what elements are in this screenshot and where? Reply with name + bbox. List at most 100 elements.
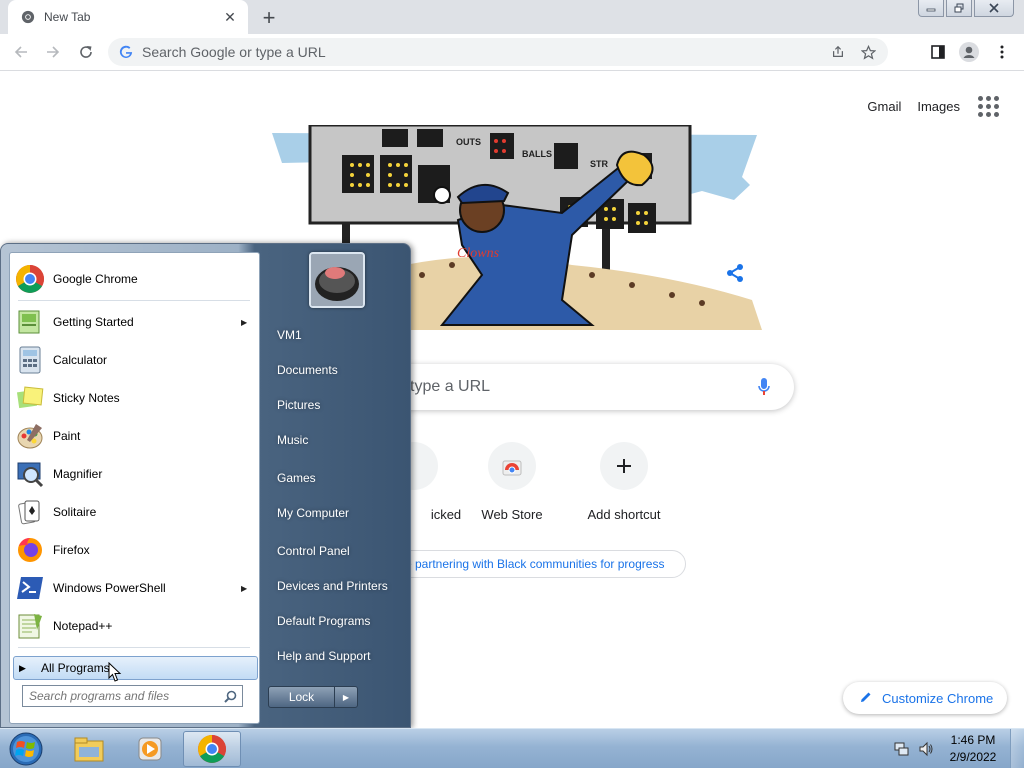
profile-avatar-icon[interactable] <box>957 40 981 64</box>
start-item-label: Google Chrome <box>53 272 138 286</box>
gmail-link[interactable]: Gmail <box>867 99 901 114</box>
close-tab-icon[interactable]: ✕ <box>222 9 238 25</box>
start-item-windows-powershell[interactable]: Windows PowerShell ▶ <box>12 569 257 607</box>
back-arrow-icon[interactable] <box>9 40 33 64</box>
magnifier-icon <box>13 457 47 491</box>
start-item-label: Getting Started <box>53 315 134 329</box>
tab-title: New Tab <box>44 10 91 24</box>
start-item-getting-started[interactable]: Getting Started ▶ <box>12 303 257 341</box>
calculator-icon <box>13 343 47 377</box>
clock-date: 2/9/2022 <box>949 750 997 764</box>
start-right-my-computer[interactable]: My Computer <box>269 498 405 528</box>
doodle-board-label-strikes: STR <box>590 159 609 169</box>
add-shortcut-plus-icon <box>600 442 648 490</box>
shutdown-options-arrow-icon[interactable]: ▶ <box>335 687 357 707</box>
start-menu-programs-pane: Google Chrome Getting Started ▶ Calculat… <box>9 252 260 724</box>
restore-button[interactable] <box>946 0 972 17</box>
start-search-input[interactable] <box>29 689 222 703</box>
sticky-notes-icon <box>13 381 47 415</box>
chrome-icon <box>13 262 47 296</box>
start-button[interactable] <box>6 730 46 768</box>
start-right-devices-and-printers[interactable]: Devices and Printers <box>269 571 405 601</box>
start-right-help-and-support[interactable]: Help and Support <box>269 641 405 671</box>
volume-icon[interactable] <box>917 740 935 758</box>
start-item-google-chrome[interactable]: Google Chrome <box>12 260 257 298</box>
doodle-share-icon[interactable] <box>722 260 748 286</box>
voice-search-mic-icon[interactable] <box>752 375 776 399</box>
doodle-board-label-outs: OUTS <box>456 137 481 147</box>
minimize-button[interactable] <box>918 0 944 17</box>
start-right-music[interactable]: Music <box>269 425 405 455</box>
start-item-solitaire[interactable]: Solitaire <box>12 493 257 531</box>
promo-text: re partnering with Black communities for… <box>401 557 665 571</box>
tab-strip: New Tab ✕ + <box>0 0 1024 34</box>
start-item-sticky-notes[interactable]: Sticky Notes <box>12 379 257 417</box>
start-item-label: Solitaire <box>53 505 97 519</box>
explorer-icon <box>74 737 104 762</box>
start-item-paint[interactable]: Paint <box>12 417 257 455</box>
shortcut-add[interactable]: Add shortcut <box>568 442 680 522</box>
shortcut-web-store[interactable]: Web Store <box>456 442 568 522</box>
start-right-vm1[interactable]: VM1 <box>269 320 405 350</box>
media-player-icon <box>138 737 162 761</box>
all-programs-button[interactable]: ▶ All Programs <box>13 656 258 680</box>
start-item-firefox[interactable]: Firefox <box>12 531 257 569</box>
close-window-button[interactable] <box>974 0 1014 17</box>
pencil-icon <box>859 690 873 707</box>
web-store-icon <box>488 442 536 490</box>
start-right-pictures[interactable]: Pictures <box>269 390 405 420</box>
start-item-magnifier[interactable]: Magnifier <box>12 455 257 493</box>
chrome-icon <box>20 9 36 25</box>
address-bar-placeholder: Search Google or type a URL <box>142 44 326 60</box>
start-item-notepad-plus-plus[interactable]: Notepad++ <box>12 607 257 645</box>
firefox-icon <box>13 533 47 567</box>
taskbar-explorer[interactable] <box>60 731 118 767</box>
customize-chrome-label: Customize Chrome <box>882 690 994 706</box>
all-programs-arrow-icon: ▶ <box>19 662 26 673</box>
taskbar-chrome[interactable] <box>183 731 241 767</box>
address-bar[interactable]: Search Google or type a URL <box>108 38 888 66</box>
start-right-games[interactable]: Games <box>269 463 405 493</box>
forward-arrow-icon[interactable] <box>41 40 65 64</box>
clock-time: 1:46 PM <box>950 733 996 747</box>
start-item-label: Firefox <box>53 543 90 557</box>
user-picture[interactable] <box>309 252 365 308</box>
show-desktop-button[interactable] <box>1010 729 1024 768</box>
start-item-calculator[interactable]: Calculator <box>12 341 257 379</box>
start-right-control-panel[interactable]: Control Panel <box>269 536 405 566</box>
lock-button[interactable]: Lock <box>269 687 335 707</box>
windows-orb-icon <box>9 732 43 766</box>
chrome-menu-icon[interactable] <box>990 40 1014 64</box>
customize-chrome-button[interactable]: Customize Chrome <box>843 682 1007 714</box>
start-item-label: Sticky Notes <box>53 391 120 405</box>
paint-icon <box>13 419 47 453</box>
getting-started-icon <box>13 305 47 339</box>
new-tab-plus-icon[interactable]: + <box>258 7 280 29</box>
start-right-documents[interactable]: Documents <box>269 355 405 385</box>
tab-new-tab[interactable]: New Tab ✕ <box>8 0 248 34</box>
browser-toolbar: Search Google or type a URL <box>0 34 1024 71</box>
images-link[interactable]: Images <box>917 99 960 114</box>
start-menu-separator <box>18 300 250 301</box>
reload-icon[interactable] <box>74 40 98 64</box>
taskbar-media-player[interactable] <box>121 731 179 767</box>
google-apps-icon[interactable] <box>976 94 1000 118</box>
shortcut-label: Web Store <box>481 507 543 522</box>
start-menu: Google Chrome Getting Started ▶ Calculat… <box>0 243 411 728</box>
start-item-label: Calculator <box>53 353 108 367</box>
taskbar-clock[interactable]: 1:46 PM 2/9/2022 <box>940 732 1006 766</box>
start-item-label: Paint <box>53 429 81 443</box>
share-icon[interactable] <box>826 40 850 64</box>
start-search-box[interactable] <box>22 685 243 707</box>
solitaire-icon <box>13 495 47 529</box>
side-panel-icon[interactable] <box>926 40 950 64</box>
ntp-header-links: Gmail Images <box>867 94 1000 118</box>
doodle-jersey-text: Clowns <box>457 246 500 261</box>
google-g-icon <box>118 44 134 60</box>
network-icon[interactable] <box>893 740 911 758</box>
start-right-default-programs[interactable]: Default Programs <box>269 606 405 636</box>
taskbar: 1:46 PM 2/9/2022 <box>0 728 1024 768</box>
search-icon[interactable] <box>222 688 238 704</box>
bookmark-star-icon[interactable] <box>856 40 880 64</box>
doodle-board-label-balls: BALLS <box>522 149 552 159</box>
